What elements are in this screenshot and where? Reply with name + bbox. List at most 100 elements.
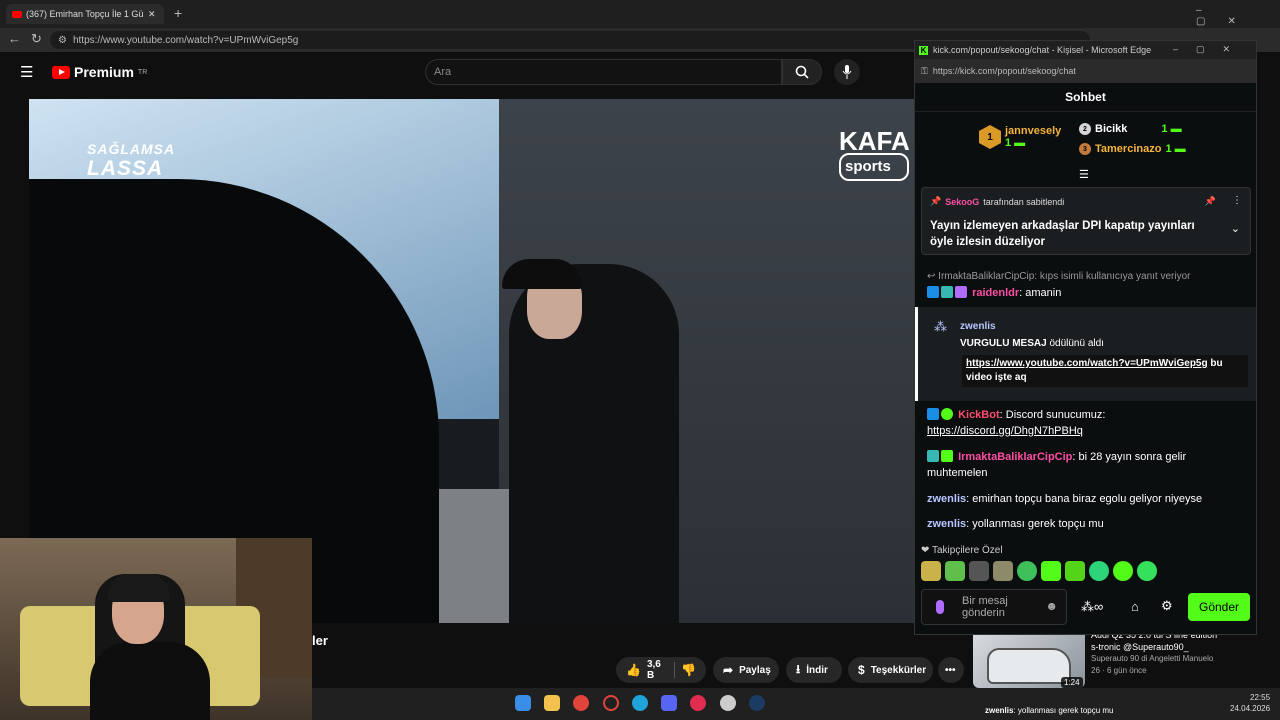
watermark-text: KAFA xyxy=(839,126,910,156)
rank-1-badge: 1 xyxy=(979,125,1001,149)
search-icon xyxy=(795,65,809,79)
verified-icon xyxy=(941,408,953,420)
chat-message[interactable]: zwenlis: yollanması gerek topçu mu xyxy=(927,516,1247,532)
kick-url-bar[interactable]: ⚿ https://kick.com/popout/sekoog/chat xyxy=(915,59,1256,83)
chat-message[interactable]: IrmaktaBaliklarCipCip: bi 28 yayın sonra… xyxy=(927,449,1247,481)
menu-icon[interactable]: ☰ xyxy=(20,63,33,81)
highlight-link[interactable]: https://www.youtube.com/watch?v=UPmWviGe… xyxy=(966,358,1208,369)
chat-username[interactable]: zwenlis xyxy=(927,518,966,530)
obs-icon[interactable] xyxy=(720,695,736,711)
microphone-icon xyxy=(842,65,852,79)
more-actions-button[interactable]: ••• xyxy=(938,657,964,683)
refresh-icon[interactable]: ↻ xyxy=(31,31,42,47)
pinned-text: Yayın izlemeyen arkadaşlar DPI kapatıp y… xyxy=(930,220,1195,248)
chat-text: yollanması gerek topçu mu xyxy=(972,518,1104,530)
search-input[interactable]: Ara xyxy=(425,59,782,85)
emote-icon[interactable] xyxy=(1137,561,1157,581)
followers-only-label: ❤ Takipçilere Özel xyxy=(921,545,1003,556)
new-tab-icon[interactable]: + xyxy=(174,5,182,21)
chat-username[interactable]: zwenlis xyxy=(927,493,966,505)
sponsor-logo-line1: SAĞLAMSA xyxy=(87,141,176,157)
chat-link[interactable]: https://discord.gg/DhgN7hPBHq xyxy=(927,425,1083,437)
opera-icon[interactable] xyxy=(603,695,619,711)
pinned-message: 📌 SekooG tarafından sabitlendi 📌 ⋮ Yayın… xyxy=(921,187,1251,255)
window-controls[interactable]: –▢✕ xyxy=(1196,5,1280,27)
emote-icon[interactable] xyxy=(945,561,965,581)
kick-window-controls[interactable]: –▢✕ xyxy=(1173,44,1248,55)
steam-icon[interactable] xyxy=(749,695,765,711)
url-text: https://www.youtube.com/watch?v=UPmWviGe… xyxy=(72,34,299,46)
voice-search-button[interactable] xyxy=(834,59,860,85)
highlight-message: https://www.youtube.com/watch?v=UPmWviGe… xyxy=(962,355,1248,387)
emote-icon[interactable] xyxy=(921,561,941,581)
badge-icon xyxy=(927,450,939,462)
highlighted-message[interactable]: ⁂ zwenlis VURGULU MESAJ ödülünü aldı htt… xyxy=(915,307,1256,401)
notification-text: : yollanması gerek topçu mu xyxy=(1013,706,1114,715)
kick-url-text: https://kick.com/popout/sekoog/chat xyxy=(932,66,1076,76)
download-icon: ⭳ xyxy=(796,661,801,676)
chat-message[interactable]: KickBot: Discord sunucumuz: https://disc… xyxy=(927,407,1247,439)
emote-icon[interactable] xyxy=(1065,561,1085,581)
chat-username[interactable]: raidenldr xyxy=(972,287,1019,299)
webcam-person-body xyxy=(90,642,210,720)
discord-icon[interactable] xyxy=(661,695,677,711)
highlight-username[interactable]: zwenlis xyxy=(960,321,996,332)
clock[interactable]: 22:55 24.04.2026 xyxy=(1230,692,1270,714)
leaderboard-item-1[interactable]: 1 jannvesely 1 ▬ xyxy=(979,125,1061,149)
channel-points-icon[interactable]: ⁂∞ xyxy=(1081,599,1103,615)
leaderboard-name-3: Tamercinazo xyxy=(1095,143,1162,155)
recommended-info[interactable]: Audi Q2 35 2.0 tdi S line edition s-tron… xyxy=(1091,629,1251,677)
settings-icon[interactable]: ⚙ xyxy=(1161,598,1173,614)
download-button[interactable]: ⭳ İndir xyxy=(786,657,842,683)
microphone-icon xyxy=(936,600,944,614)
edge-icon[interactable] xyxy=(632,695,648,711)
emote-icon[interactable] xyxy=(1089,561,1109,581)
start-icon[interactable] xyxy=(515,695,531,711)
unpin-icon[interactable]: 📌 xyxy=(1205,196,1216,207)
chat-input[interactable]: Bir mesaj gönderin ☻ xyxy=(921,589,1067,625)
emote-icon[interactable] xyxy=(993,561,1013,581)
search-button[interactable] xyxy=(782,59,822,85)
youtube-logo[interactable]: Premium TR xyxy=(52,64,147,80)
pinned-by-user: SekooG xyxy=(945,196,980,207)
video-title: ler xyxy=(312,633,328,648)
chat-username[interactable]: IrmaktaBaliklarCipCip xyxy=(958,451,1072,463)
dislike-icon[interactable]: 👎 xyxy=(681,663,696,677)
emoji-icon[interactable]: ☻ xyxy=(1045,600,1058,612)
rank-2-badge: 2 xyxy=(1079,123,1091,135)
close-tab-icon[interactable]: ✕ xyxy=(148,9,156,20)
leaderboard-item-3[interactable]: 3 Tamercinazo 1 ▬ xyxy=(1079,143,1186,155)
media-player-icon[interactable] xyxy=(690,695,706,711)
notification-user: zwenlis xyxy=(985,706,1014,715)
emote-icon[interactable] xyxy=(1041,561,1061,581)
emote-icon[interactable] xyxy=(969,561,989,581)
site-info-icon[interactable]: ⚙ xyxy=(58,35,67,46)
leaderboard-count-2: 1 ▬ xyxy=(1161,123,1182,135)
clock-time: 22:55 xyxy=(1250,693,1271,702)
like-dislike-group[interactable]: 👍 3,6 B 👎 xyxy=(616,657,706,683)
share-button[interactable]: ➦ Paylaş xyxy=(713,657,779,683)
divider xyxy=(674,662,676,678)
pinned-menu-icon[interactable]: ⋮ xyxy=(1232,195,1242,206)
chrome-icon[interactable] xyxy=(573,695,589,711)
emote-icon[interactable] xyxy=(1113,561,1133,581)
leaderboard-item-2[interactable]: 2 Bicikk 1 ▬ xyxy=(1079,123,1182,135)
back-icon[interactable]: ← xyxy=(8,31,21,46)
expand-pinned-icon[interactable]: ⌄ xyxy=(1231,222,1240,235)
collapse-leaderboard-icon[interactable]: ☰ xyxy=(1079,168,1089,181)
chat-message[interactable]: raidenldr: amanin xyxy=(927,285,1247,301)
more-icon: ••• xyxy=(945,664,956,676)
chat-username[interactable]: KickBot xyxy=(958,409,1000,421)
recommended-stats: 26 · 6 gün önce xyxy=(1091,666,1147,675)
video-duration: 1:24 xyxy=(1061,677,1083,688)
gift-icon xyxy=(955,286,967,298)
file-explorer-icon[interactable] xyxy=(544,695,560,711)
like-count: 3,6 B xyxy=(646,659,661,681)
thanks-button[interactable]: $ Teşekkürler xyxy=(848,657,933,683)
emote-icon[interactable] xyxy=(1017,561,1037,581)
chat-message[interactable]: zwenlis: emirhan topçu bana biraz egolu … xyxy=(927,491,1247,507)
store-icon[interactable]: ⌂ xyxy=(1131,599,1139,614)
like-icon[interactable]: 👍 xyxy=(626,663,641,677)
browser-tab[interactable]: (367) Emirhan Topçu İle 1 Gün ✕ xyxy=(6,4,164,24)
send-button[interactable]: Gönder xyxy=(1188,593,1250,621)
